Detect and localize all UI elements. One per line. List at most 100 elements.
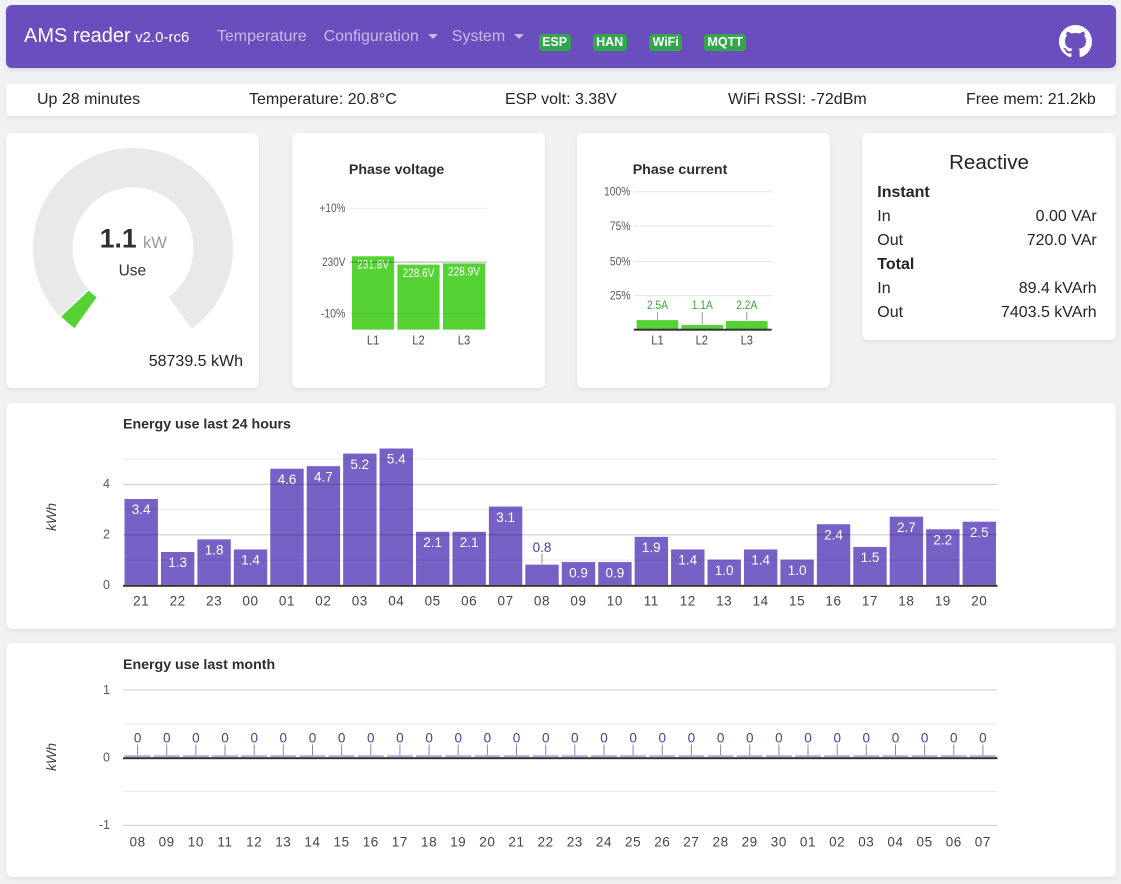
svg-text:0: 0 xyxy=(688,731,696,746)
svg-text:15: 15 xyxy=(333,835,349,850)
svg-text:2.1: 2.1 xyxy=(460,535,479,550)
svg-text:0: 0 xyxy=(338,731,346,746)
svg-text:1.9: 1.9 xyxy=(642,540,661,555)
svg-text:14: 14 xyxy=(753,594,769,609)
svg-text:2: 2 xyxy=(103,528,110,542)
svg-text:0: 0 xyxy=(542,731,550,746)
svg-text:10: 10 xyxy=(607,594,623,609)
svg-text:05: 05 xyxy=(425,594,441,609)
svg-text:L1: L1 xyxy=(651,332,663,347)
svg-text:16: 16 xyxy=(363,835,379,850)
svg-text:07: 07 xyxy=(975,835,991,850)
svg-text:02: 02 xyxy=(829,835,845,850)
svg-text:0: 0 xyxy=(221,731,229,746)
svg-text:27: 27 xyxy=(683,835,699,850)
svg-text:08: 08 xyxy=(534,594,550,609)
svg-text:01: 01 xyxy=(800,835,816,850)
svg-text:2.1: 2.1 xyxy=(423,535,442,550)
svg-text:100%: 100% xyxy=(604,185,631,199)
svg-text:0: 0 xyxy=(396,731,404,746)
svg-text:22: 22 xyxy=(538,835,554,850)
svg-text:12: 12 xyxy=(680,594,696,609)
svg-text:21: 21 xyxy=(508,835,524,850)
svg-text:24: 24 xyxy=(596,835,612,850)
svg-text:0: 0 xyxy=(425,731,433,746)
svg-text:17: 17 xyxy=(862,594,878,609)
svg-text:0: 0 xyxy=(892,731,900,746)
svg-text:+10%: +10% xyxy=(319,201,345,215)
svg-text:1.3: 1.3 xyxy=(168,555,187,570)
svg-text:19: 19 xyxy=(935,594,951,609)
svg-text:58739.5 kWh: 58739.5 kWh xyxy=(149,353,243,370)
svg-text:28: 28 xyxy=(712,835,728,850)
svg-text:Energy use last 24 hours: Energy use last 24 hours xyxy=(123,417,291,433)
svg-text:228.9V: 228.9V xyxy=(448,265,480,279)
svg-text:0.8: 0.8 xyxy=(533,540,552,555)
svg-text:0: 0 xyxy=(717,731,725,746)
svg-text:0: 0 xyxy=(979,731,987,746)
svg-text:L1: L1 xyxy=(366,332,378,347)
svg-text:05: 05 xyxy=(916,835,932,850)
svg-text:0: 0 xyxy=(921,731,929,746)
svg-text:L3: L3 xyxy=(740,332,752,347)
svg-text:0: 0 xyxy=(250,731,258,746)
svg-text:20: 20 xyxy=(479,835,495,850)
svg-text:0: 0 xyxy=(103,751,110,765)
svg-text:00: 00 xyxy=(242,594,258,609)
svg-text:1.0: 1.0 xyxy=(715,563,734,578)
svg-text:kWh: kWh xyxy=(43,743,59,771)
svg-text:25%: 25% xyxy=(610,289,631,303)
svg-text:15: 15 xyxy=(789,594,805,609)
svg-text:0.9: 0.9 xyxy=(569,565,588,580)
svg-text:230V: 230V xyxy=(322,255,345,269)
svg-text:14: 14 xyxy=(304,835,320,850)
svg-text:0: 0 xyxy=(804,731,812,746)
svg-text:0: 0 xyxy=(659,731,667,746)
svg-text:0: 0 xyxy=(163,731,171,746)
svg-text:25: 25 xyxy=(625,835,641,850)
svg-text:06: 06 xyxy=(946,835,962,850)
svg-text:0: 0 xyxy=(513,731,521,746)
svg-text:0: 0 xyxy=(833,731,841,746)
svg-text:0: 0 xyxy=(280,731,288,746)
svg-text:50%: 50% xyxy=(610,254,631,268)
svg-text:75%: 75% xyxy=(610,219,631,233)
svg-text:0: 0 xyxy=(950,731,958,746)
svg-text:1.8: 1.8 xyxy=(205,543,224,558)
svg-text:04: 04 xyxy=(388,594,404,609)
svg-text:231.8V: 231.8V xyxy=(357,258,389,272)
svg-text:09: 09 xyxy=(570,594,586,609)
svg-text:2.5: 2.5 xyxy=(970,525,989,540)
svg-text:23: 23 xyxy=(206,594,222,609)
svg-text:0: 0 xyxy=(103,578,110,592)
svg-text:12: 12 xyxy=(246,835,262,850)
svg-text:30: 30 xyxy=(771,835,787,850)
svg-text:L2: L2 xyxy=(412,332,424,347)
svg-text:0: 0 xyxy=(454,731,462,746)
svg-text:13: 13 xyxy=(275,835,291,850)
svg-text:1.0: 1.0 xyxy=(788,563,807,578)
svg-text:04: 04 xyxy=(887,835,903,850)
svg-text:kW: kW xyxy=(143,234,167,252)
svg-text:0: 0 xyxy=(600,731,608,746)
svg-text:1.5: 1.5 xyxy=(861,550,880,565)
svg-text:0: 0 xyxy=(571,731,579,746)
svg-text:0: 0 xyxy=(863,731,871,746)
svg-text:23: 23 xyxy=(567,835,583,850)
svg-text:20: 20 xyxy=(971,594,987,609)
svg-text:17: 17 xyxy=(392,835,408,850)
svg-text:1.1A: 1.1A xyxy=(692,298,713,312)
svg-text:29: 29 xyxy=(742,835,758,850)
svg-text:21: 21 xyxy=(133,594,149,609)
svg-text:2.2A: 2.2A xyxy=(736,298,757,312)
svg-text:Energy use last month: Energy use last month xyxy=(123,657,275,673)
svg-text:4: 4 xyxy=(103,477,110,491)
svg-text:09: 09 xyxy=(159,835,175,850)
svg-text:0: 0 xyxy=(629,731,637,746)
svg-text:1: 1 xyxy=(103,683,110,697)
svg-text:08: 08 xyxy=(129,835,145,850)
svg-text:03: 03 xyxy=(858,835,874,850)
svg-text:07: 07 xyxy=(497,594,513,609)
svg-text:0: 0 xyxy=(192,731,200,746)
svg-text:L3: L3 xyxy=(457,332,469,347)
